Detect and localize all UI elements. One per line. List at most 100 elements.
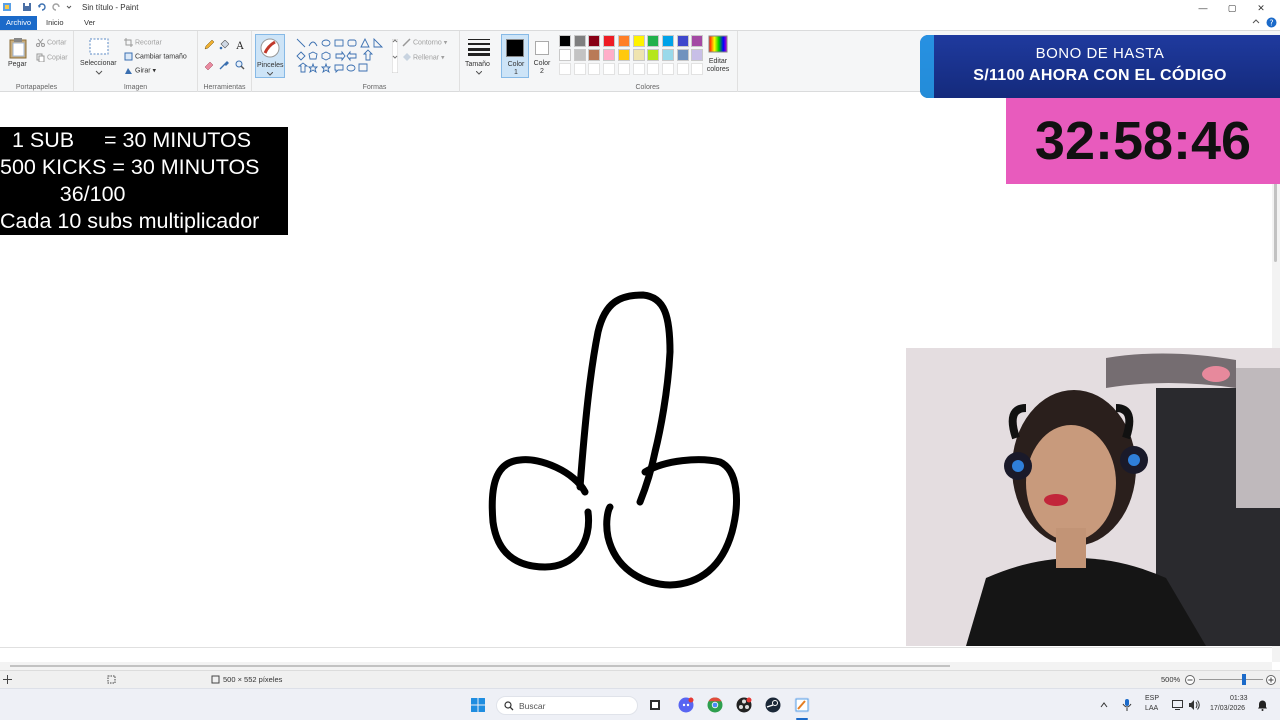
color-swatch[interactable]	[647, 49, 660, 61]
zoom-out-icon[interactable]	[1185, 675, 1195, 685]
custom-color-slot[interactable]	[559, 63, 571, 75]
fill-button[interactable]: Rellenar ▾	[402, 53, 445, 62]
volume-icon[interactable]	[1188, 699, 1200, 711]
paste-button[interactable]: Pegar	[8, 61, 27, 68]
crop-button[interactable]: Recortar	[124, 38, 162, 47]
colors-group-label: Colores	[635, 84, 660, 91]
magnifier-icon[interactable]	[235, 60, 245, 70]
customize-toolbar-icon[interactable]	[64, 2, 74, 12]
rotate-icon	[125, 68, 132, 74]
tools-group: A Herramientas	[198, 31, 252, 92]
outline-icon	[402, 38, 411, 47]
color-swatch[interactable]	[661, 35, 674, 47]
pencil-icon[interactable]	[204, 40, 214, 50]
rule-line: Cada 10 subs multiplicador	[0, 209, 260, 233]
maximize-button[interactable]: ▢	[1219, 1, 1245, 15]
horizontal-scrollbar[interactable]	[0, 662, 1272, 670]
cut-button[interactable]: Cortar	[36, 38, 66, 47]
custom-color-slot[interactable]	[603, 63, 616, 75]
custom-color-slot[interactable]	[573, 63, 586, 75]
zoom-slider-thumb[interactable]	[1242, 674, 1246, 685]
color2-button[interactable]: Color 2	[531, 34, 555, 78]
chevron-down-icon[interactable]	[95, 70, 103, 76]
color-picker-icon[interactable]	[219, 60, 229, 70]
discord-icon[interactable]	[678, 697, 694, 713]
outline-button[interactable]: Contorno ▾	[402, 38, 447, 47]
color-swatch[interactable]	[573, 35, 586, 47]
custom-color-slot[interactable]	[676, 63, 689, 75]
color-swatch[interactable]	[588, 49, 601, 61]
horizontal-scroll-thumb[interactable]	[10, 665, 950, 667]
clock-date[interactable]: 17/03/2026	[1210, 705, 1245, 712]
tab-inicio[interactable]: Inicio	[40, 16, 70, 30]
language-code[interactable]: ESP	[1145, 695, 1159, 702]
save-icon[interactable]	[22, 2, 32, 12]
brushes-button[interactable]: Pinceles	[255, 34, 285, 78]
color-swatch[interactable]	[661, 49, 674, 61]
shapes-gallery[interactable]	[296, 38, 396, 78]
edit-colors-icon[interactable]	[708, 35, 728, 53]
help-icon[interactable]: ?	[1266, 17, 1277, 28]
notifications-icon[interactable]	[1257, 699, 1268, 711]
custom-color-slot[interactable]	[647, 63, 660, 75]
color-swatch[interactable]	[676, 35, 689, 47]
microphone-icon[interactable]	[1122, 699, 1132, 711]
custom-color-slot[interactable]	[691, 63, 704, 75]
rotate-button[interactable]: Girar ▾	[124, 66, 156, 75]
size-button[interactable]: Tamaño	[463, 34, 495, 78]
custom-color-slot[interactable]	[661, 63, 674, 75]
custom-color-slot[interactable]	[588, 63, 601, 75]
color-swatch[interactable]	[617, 49, 630, 61]
tab-archivo[interactable]: Archivo	[0, 16, 38, 30]
text-icon[interactable]: A	[235, 40, 245, 50]
chrome-icon[interactable]	[707, 697, 723, 713]
custom-color-slot[interactable]	[617, 63, 630, 75]
region-code[interactable]: LAA	[1145, 705, 1158, 712]
clock-time[interactable]: 01:33	[1230, 695, 1248, 702]
taskbar-search[interactable]: Buscar	[496, 696, 638, 715]
color-swatch[interactable]	[603, 49, 616, 61]
task-view-icon[interactable]	[647, 697, 663, 713]
shapes-scroll-icon[interactable]	[392, 39, 398, 73]
resize-label: Cambiar tamaño	[135, 53, 187, 61]
color-swatch[interactable]	[647, 35, 660, 47]
paste-icon[interactable]	[8, 37, 28, 59]
obs-icon[interactable]	[736, 697, 752, 713]
redo-icon[interactable]	[51, 2, 61, 12]
color-swatch[interactable]	[603, 35, 616, 47]
color-swatch[interactable]	[617, 35, 630, 47]
copy-button[interactable]: Copiar	[36, 53, 68, 62]
custom-color-slot[interactable]	[632, 63, 645, 75]
eraser-icon[interactable]	[204, 60, 214, 70]
select-button[interactable]: Seleccionar	[80, 60, 117, 67]
zoom-in-icon[interactable]	[1266, 675, 1276, 685]
select-icon[interactable]	[88, 37, 110, 57]
zoom-slider-track[interactable]	[1199, 679, 1263, 680]
color-swatch[interactable]	[588, 35, 601, 47]
collapse-ribbon-icon[interactable]	[1252, 18, 1260, 26]
color-swatch[interactable]	[559, 35, 571, 47]
tab-ver[interactable]: Ver	[78, 16, 101, 30]
chevron-up-icon[interactable]	[1100, 701, 1108, 709]
close-button[interactable]: ✕	[1248, 1, 1274, 15]
paint-taskbar-icon[interactable]	[794, 697, 810, 713]
resize-button[interactable]: Cambiar tamaño	[124, 52, 187, 61]
minimize-button[interactable]: —	[1190, 1, 1216, 15]
color-swatch[interactable]	[691, 49, 704, 61]
undo-icon[interactable]	[37, 2, 47, 12]
subathon-timer: 32:58:46	[1006, 98, 1280, 184]
color2-label: Color 2	[533, 60, 551, 75]
steam-icon[interactable]	[765, 697, 781, 713]
color-swatch[interactable]	[632, 35, 645, 47]
resize-icon	[124, 52, 133, 61]
color1-button[interactable]: Color 1	[501, 34, 529, 78]
windows-start-icon[interactable]	[470, 697, 486, 713]
fill-bucket-icon[interactable]	[219, 40, 229, 50]
color-swatch[interactable]	[691, 35, 704, 47]
network-icon[interactable]	[1172, 700, 1183, 710]
color-swatch[interactable]	[632, 49, 645, 61]
color-swatch[interactable]	[573, 49, 586, 61]
color-swatch[interactable]	[559, 49, 571, 61]
edit-colors-label[interactable]: Editar colores	[704, 58, 732, 74]
color-swatch[interactable]	[676, 49, 689, 61]
